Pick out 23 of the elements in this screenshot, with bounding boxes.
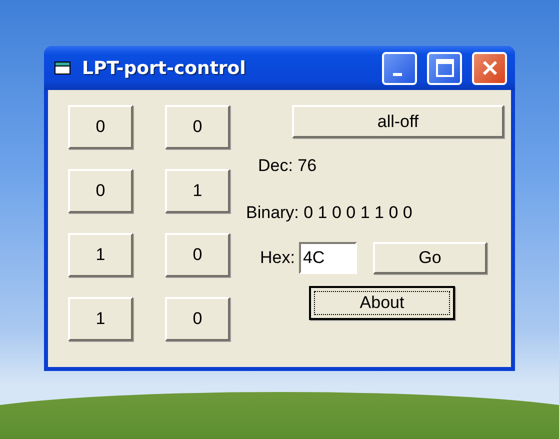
- binary-label: Binary: 0 1 0 0 1 1 0 0: [246, 203, 414, 223]
- hex-input-field[interactable]: 4C: [298, 242, 357, 274]
- maximize-button[interactable]: [427, 52, 462, 84]
- close-icon: [480, 59, 498, 77]
- about-button[interactable]: About: [309, 286, 455, 320]
- bit-toggle-button[interactable]: 1: [68, 297, 133, 341]
- bit-toggle-button[interactable]: 0: [165, 105, 230, 149]
- bit-toggle-button[interactable]: 0: [165, 233, 230, 277]
- bit-toggle-button[interactable]: 0: [68, 169, 133, 213]
- close-button[interactable]: [472, 52, 507, 84]
- minimize-button[interactable]: [382, 52, 417, 84]
- bit-toggle-button[interactable]: 1: [165, 169, 230, 213]
- hex-label: Hex:: [260, 248, 295, 268]
- all-off-button[interactable]: all-off: [292, 105, 504, 138]
- bit-toggle-button[interactable]: 0: [68, 105, 133, 149]
- maximize-icon: [434, 58, 454, 78]
- minimize-icon: [393, 72, 402, 76]
- dec-label: Dec: 76: [258, 156, 318, 176]
- bit-toggle-button[interactable]: 1: [68, 233, 133, 277]
- window-title: LPT-port-control: [82, 58, 247, 78]
- bit-toggle-button[interactable]: 0: [165, 297, 230, 341]
- window-icon: [54, 60, 72, 76]
- go-button[interactable]: Go: [372, 242, 487, 274]
